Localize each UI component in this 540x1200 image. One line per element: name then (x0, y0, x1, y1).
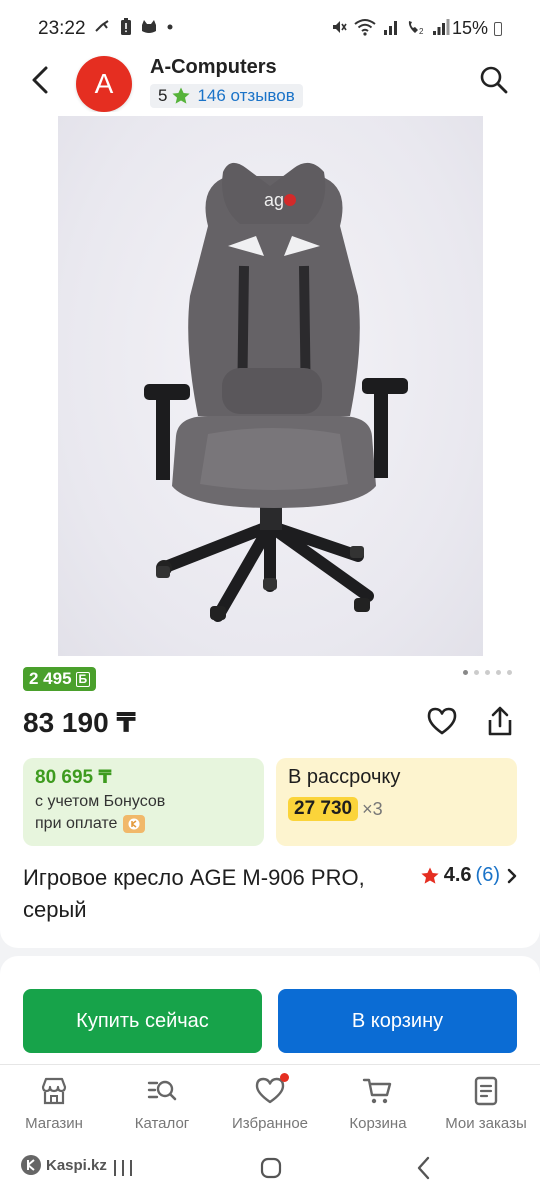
dot-icon (167, 24, 173, 30)
tab-favorites-label: Избранное (231, 1115, 309, 1132)
status-left-icons (94, 18, 174, 36)
star-icon (172, 87, 191, 104)
tab-shop-label: Магазин (25, 1115, 83, 1132)
installment-card[interactable]: В рассрочку 27 730 ×3 (276, 758, 517, 846)
bonus-price-amount: 80 695 ₸ (35, 767, 112, 788)
tab-orders[interactable]: Мои заказы (432, 1065, 540, 1144)
product-rating[interactable]: 4.6 (6) (420, 864, 520, 887)
home-icon[interactable] (259, 1156, 283, 1180)
tab-cart[interactable]: Корзина (324, 1065, 432, 1144)
tab-shop[interactable]: Магазин (0, 1065, 108, 1144)
shop-name[interactable]: A-Computers (150, 56, 277, 79)
product-price: 83 190 ₸ (23, 707, 136, 738)
tab-orders-label: Мои заказы (445, 1115, 527, 1132)
notification-dot (280, 1073, 289, 1082)
orders-icon (474, 1076, 498, 1106)
chevron-right-icon (507, 868, 517, 883)
bonus-price-payment: при оплате (35, 815, 252, 833)
shop-reviews-link[interactable]: 146 отзывов (197, 86, 294, 106)
back-arrow-icon[interactable] (26, 62, 56, 98)
pager-dot (507, 670, 512, 675)
system-nav-bar: Kaspi.kz (0, 1144, 540, 1200)
cart-icon (362, 1078, 392, 1104)
battery-percent: 15% (451, 18, 488, 38)
pager-dot (485, 670, 490, 675)
pager-dot (496, 670, 501, 675)
nav-back-icon[interactable] (412, 1154, 436, 1182)
pager-dot (463, 670, 468, 675)
heart-icon[interactable] (426, 706, 458, 736)
share-icon[interactable] (484, 704, 516, 738)
product-card: ag 2 495 Б 83 190 ₸ 80 695 ₸ с учетом Бо… (0, 112, 540, 948)
tab-favorites[interactable]: Избранное (216, 1065, 324, 1144)
star-icon (421, 867, 439, 884)
tab-catalog-label: Каталог (134, 1115, 190, 1132)
add-to-cart-button[interactable]: В корзину (278, 989, 517, 1053)
tab-cart-label: Корзина (349, 1115, 407, 1132)
tab-catalog[interactable]: Каталог (108, 1065, 216, 1144)
vpn-key-icon (95, 20, 109, 32)
pager-dot (474, 670, 479, 675)
kaspi-gold-icon (123, 815, 146, 833)
mute-icon (333, 21, 347, 33)
shop-rating[interactable]: 5 146 отзывов (150, 84, 303, 108)
product-title: Игровое кресло AGE M-906 PRO, серый (23, 865, 365, 922)
bonus-price-card[interactable]: 80 695 ₸ с учетом Бонусов при оплате (23, 758, 264, 846)
call-volte-icon: 2 (408, 21, 424, 36)
shop-rating-score: 5 (158, 86, 168, 105)
battery-alert-icon (121, 18, 131, 35)
gaming-chair-illustration: ag (144, 162, 408, 622)
recent-apps-icon[interactable] (110, 1156, 136, 1180)
status-right-icons: 2 (330, 18, 450, 36)
kaspi-brand: Kaspi.kz (20, 1154, 107, 1176)
search-icon[interactable] (478, 64, 510, 96)
shop-icon (41, 1077, 67, 1105)
shop-avatar[interactable]: A (76, 56, 132, 112)
installment-months: ×3 (362, 798, 383, 819)
product-rating-count: (6) (475, 864, 500, 886)
bonus-badge: 2 495 Б (23, 667, 97, 691)
status-bar: 23:22 2 15% (0, 0, 540, 52)
image-pager[interactable] (463, 670, 512, 675)
product-rating-value: 4.6 (443, 864, 472, 886)
shop-header: A A-Computers 5 146 отзывов (0, 52, 540, 112)
bottom-tab-bar: Магазин Каталог Избранное Корзина Мои за… (0, 1064, 540, 1144)
svg-text:ag: ag (264, 190, 284, 210)
catalog-search-icon (147, 1080, 177, 1101)
signal-icon (433, 19, 450, 35)
avatar-letter: A (94, 68, 114, 99)
bonus-symbol: Б (75, 671, 91, 687)
battery-icon (494, 22, 502, 36)
wifi-icon (354, 19, 376, 36)
kaspi-logo-icon (21, 1155, 41, 1175)
installment-monthly: 27 730 (288, 797, 359, 821)
bonus-price-note: с учетом Бонусов (35, 793, 166, 810)
cat-icon (142, 20, 156, 33)
kaspi-brand-text: Kaspi.kz (46, 1156, 107, 1174)
bonus-price-payment-text: при оплате (35, 815, 118, 832)
status-time: 23:22 (38, 18, 86, 39)
buy-now-button[interactable]: Купить сейчас (23, 989, 262, 1053)
installment-title: В рассрочку (288, 766, 401, 788)
bonus-amount: 2 495 (29, 669, 72, 688)
svg-text:2: 2 (419, 27, 424, 36)
signal-r-icon (384, 21, 397, 35)
product-image[interactable]: ag (58, 116, 483, 656)
